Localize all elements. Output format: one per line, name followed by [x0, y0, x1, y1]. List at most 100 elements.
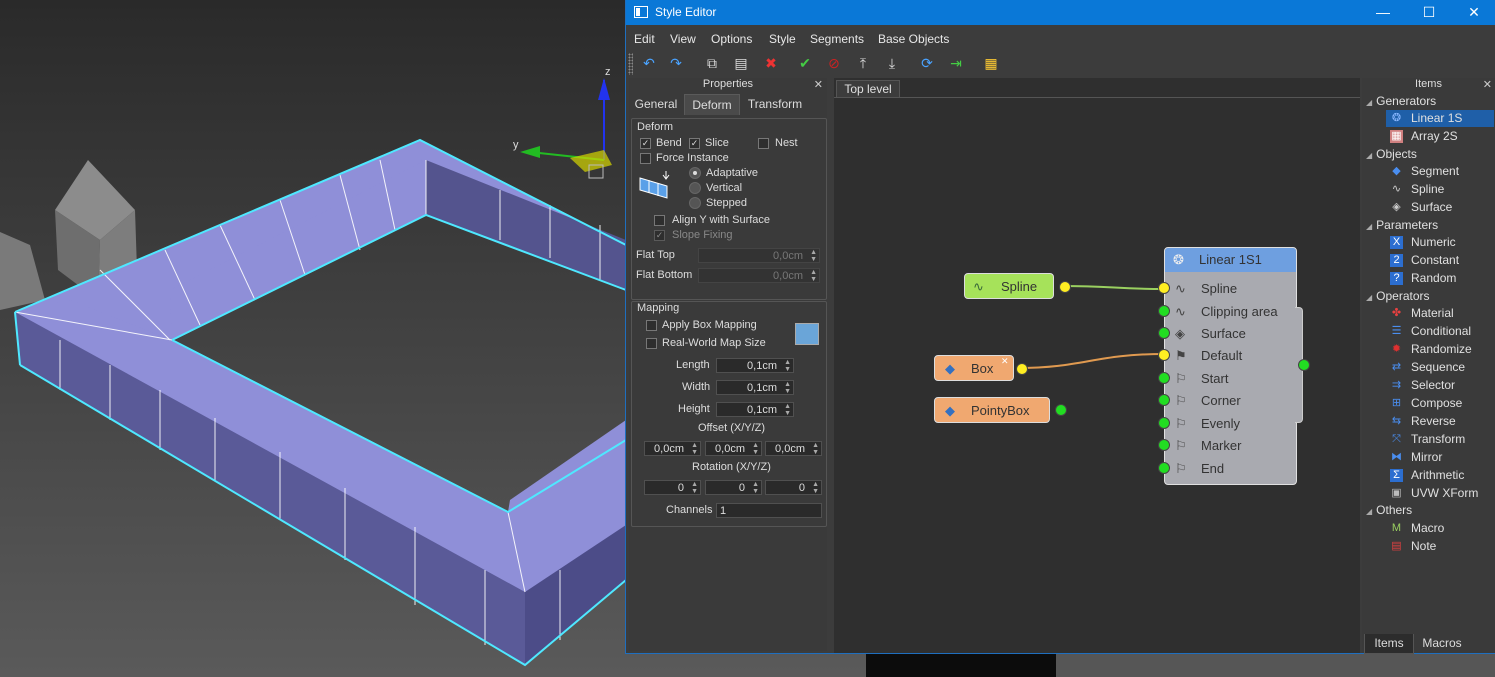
pointy-box-node[interactable]: ◆ PointyBox [934, 397, 1050, 423]
tab-macros[interactable]: Macros [1416, 634, 1468, 653]
toolbar-grip[interactable] [628, 53, 633, 75]
port-evenly[interactable] [1158, 417, 1170, 429]
item-compose[interactable]: ⊞ Compose [1386, 395, 1494, 412]
export-icon[interactable]: ⤓ [883, 54, 901, 72]
item-numeric[interactable]: X Numeric [1386, 234, 1494, 251]
offset-z-spinner[interactable]: 0,0cm ▲ ▼ [765, 441, 822, 456]
port-clipping-area[interactable] [1158, 305, 1170, 317]
category-parameters[interactable]: ◢ Parameters [1366, 218, 1438, 232]
category-operators[interactable]: ◢ Operators [1366, 289, 1430, 303]
offset-y-spinner[interactable]: 0,0cm ▲ ▼ [705, 441, 762, 456]
item-random[interactable]: ? Random [1386, 270, 1494, 287]
port-surface[interactable] [1158, 327, 1170, 339]
copy-icon[interactable]: ⧉ [703, 54, 721, 72]
offset-x-spinner[interactable]: 0,0cm ▲ ▼ [644, 441, 701, 456]
menu-base-objects[interactable]: Base Objects [878, 32, 949, 46]
category-others[interactable]: ◢ Others [1366, 503, 1412, 517]
apply-box-mapping-checkbox[interactable] [646, 320, 657, 331]
tab-transform[interactable]: Transform [741, 94, 809, 114]
pointy-box-output-port[interactable] [1055, 404, 1067, 416]
title-bar[interactable]: Style Editor — ☐ ✕ [626, 0, 1495, 25]
spline-node[interactable]: ∿ Spline [964, 273, 1054, 299]
properties-close-icon[interactable]: ✕ [814, 78, 823, 91]
tab-deform[interactable]: Deform [684, 94, 740, 115]
height-spinner[interactable]: 0,1cm ▲ ▼ [716, 402, 794, 417]
minimize-button[interactable]: — [1360, 0, 1406, 25]
item-note[interactable]: ▤ Note [1386, 538, 1494, 555]
box-node-close-icon[interactable]: ✕ [1001, 348, 1009, 374]
port-corner[interactable] [1158, 394, 1170, 406]
rotation-z-spinner[interactable]: 0 ▲ ▼ [765, 480, 822, 495]
apply-icon[interactable]: ✔ [796, 54, 814, 72]
refresh-icon[interactable]: ⟳ [918, 54, 936, 72]
item-selector[interactable]: ⇉ Selector [1386, 377, 1494, 394]
port-start[interactable] [1158, 372, 1170, 384]
align-y-checkbox[interactable] [654, 215, 665, 226]
nest-checkbox[interactable] [758, 138, 769, 149]
port-end[interactable] [1158, 462, 1170, 474]
import-icon[interactable]: ⤒ [854, 54, 872, 72]
rotation-y-spinner[interactable]: 0 ▲ ▼ [705, 480, 762, 495]
item-segment[interactable]: ◆ Segment [1386, 163, 1494, 180]
menu-edit[interactable]: Edit [634, 32, 655, 46]
undo-icon[interactable]: ↶ [640, 54, 658, 72]
item-spline[interactable]: ∿ Spline [1386, 181, 1494, 198]
category-objects[interactable]: ◢ Objects [1366, 147, 1417, 161]
item-surface[interactable]: ◈ Surface [1386, 199, 1494, 216]
item-uvw-xform[interactable]: ▣ UVW XForm [1386, 485, 1494, 502]
item-linear-1s[interactable]: ❂ Linear 1S [1386, 110, 1494, 127]
load-icon[interactable]: ⇥ [947, 54, 965, 72]
item-material[interactable]: ✤ Material [1386, 305, 1494, 322]
item-conditional[interactable]: ☰ Conditional [1386, 323, 1494, 340]
maximize-button[interactable]: ☐ [1406, 0, 1452, 25]
stepped-radio[interactable] [689, 197, 701, 209]
menu-view[interactable]: View [670, 32, 696, 46]
linear-generator-node[interactable]: ❂ Linear 1S1 ∿ Spline ∿ Clipping area ◈ … [1164, 247, 1297, 485]
menu-options[interactable]: Options [711, 32, 752, 46]
tab-items[interactable]: Items [1364, 634, 1414, 654]
channels-field[interactable]: 1 [716, 503, 822, 518]
real-world-map-checkbox[interactable] [646, 338, 657, 349]
port-default[interactable] [1158, 349, 1170, 361]
spline-output-port[interactable] [1059, 281, 1071, 293]
item-macro[interactable]: M Macro [1386, 520, 1494, 537]
item-constant[interactable]: 2 Constant [1386, 252, 1494, 269]
width-spinner[interactable]: 0,1cm ▲ ▼ [716, 380, 794, 395]
item-array-2s[interactable]: ▦ Array 2S [1386, 128, 1494, 145]
input-surface-label: Surface [1201, 326, 1246, 341]
box-node[interactable]: ◆ Box ✕ [934, 355, 1014, 381]
port-spline[interactable] [1158, 282, 1170, 294]
vertical-radio[interactable] [689, 182, 701, 194]
bend-checkbox[interactable]: ✓ [640, 138, 651, 149]
category-generators[interactable]: ◢ Generators [1366, 94, 1436, 108]
slope-fixing-checkbox[interactable]: ✓ [654, 230, 665, 241]
port-marker[interactable] [1158, 439, 1170, 451]
rotation-x-spinner[interactable]: 0 ▲ ▼ [644, 480, 701, 495]
slice-checkbox[interactable]: ✓ [689, 138, 700, 149]
box-output-port[interactable] [1016, 363, 1028, 375]
paste-icon[interactable]: ▤ [732, 54, 750, 72]
delete-icon[interactable]: ✖ [762, 54, 780, 72]
menu-segments[interactable]: Segments [810, 32, 864, 46]
item-arithmetic[interactable]: Σ Arithmetic [1386, 467, 1494, 484]
input-clipping-label: Clipping area [1201, 304, 1278, 319]
menu-style[interactable]: Style [769, 32, 796, 46]
length-spinner[interactable]: 0,1cm ▲ ▼ [716, 358, 794, 373]
items-close-icon[interactable]: ✕ [1483, 78, 1492, 91]
force-instance-checkbox[interactable] [640, 153, 651, 164]
node-canvas[interactable]: Top level ∿ Spline ◆ Box ✕ ◆ PointyBox ❂… [834, 78, 1360, 653]
item-sequence[interactable]: ⇄ Sequence [1386, 359, 1494, 376]
close-button[interactable]: ✕ [1451, 0, 1495, 25]
redo-icon[interactable]: ↷ [667, 54, 685, 72]
flat-bottom-spinner[interactable]: 0,0cm ▲ ▼ [698, 268, 820, 283]
report-icon[interactable]: ▦ [982, 54, 1000, 72]
item-transform[interactable]: ⤧ Transform [1386, 431, 1494, 448]
adaptative-radio[interactable] [689, 167, 701, 179]
item-mirror[interactable]: ⧓ Mirror [1386, 449, 1494, 466]
item-reverse[interactable]: ⇆ Reverse [1386, 413, 1494, 430]
tab-general[interactable]: General [631, 94, 681, 114]
cancel-icon[interactable]: ⊘ [825, 54, 843, 72]
flat-top-spinner[interactable]: 0,0cm ▲ ▼ [698, 248, 820, 263]
item-randomize[interactable]: ✹ Randomize [1386, 341, 1494, 358]
generator-output-port[interactable] [1298, 359, 1310, 371]
